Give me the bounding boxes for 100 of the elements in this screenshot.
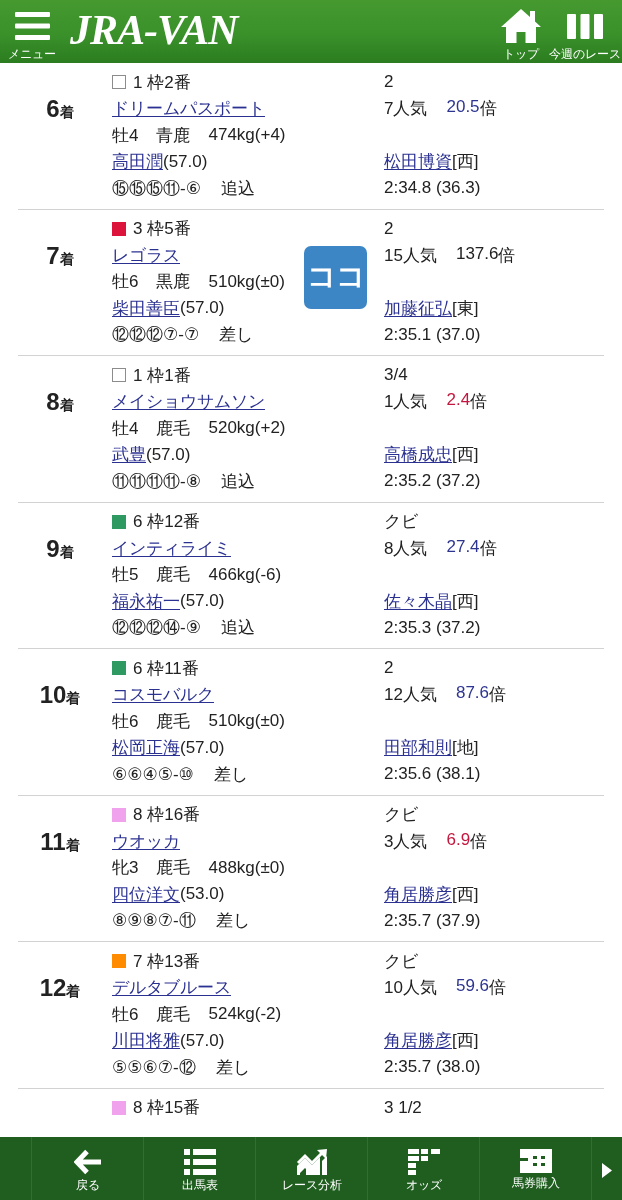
sex-age-text: 牡5 xyxy=(112,564,139,587)
horse-name-link[interactable]: ドリームパスポート xyxy=(112,97,265,121)
blocks-icon xyxy=(407,1149,440,1175)
jockey-link[interactable]: 柴田善臣 xyxy=(112,296,180,320)
trainer-link[interactable]: 松田博資 xyxy=(384,150,452,174)
coat-color-text: 黒鹿 xyxy=(156,271,191,294)
sex-age-text: 牡6 xyxy=(112,710,139,733)
odds-unit-text: 倍 xyxy=(489,977,506,1000)
ticket-purchase-button[interactable]: 馬券購入 xyxy=(480,1137,592,1200)
race-time-text: 2:35.2 (37.2) xyxy=(384,471,481,492)
running-style-text: 差し xyxy=(213,763,248,786)
list-icon xyxy=(183,1149,216,1175)
trainer-region-text: [西] xyxy=(452,1030,479,1053)
margin-text: クビ xyxy=(384,950,418,973)
jockey-link[interactable]: 高田潤 xyxy=(112,150,163,174)
running-positions-text: ⑫⑫⑫⑭-⑨ xyxy=(112,617,201,640)
trainer-link[interactable]: 角居勝彦 xyxy=(384,882,452,906)
race-time-text: 2:35.7 (38.0) xyxy=(384,1057,481,1078)
race-card-button[interactable]: 出馬表 xyxy=(144,1137,256,1200)
columns-icon xyxy=(567,13,603,39)
trainer-link[interactable]: 佐々木晶 xyxy=(384,589,452,613)
horse-name-link[interactable]: インティライミ xyxy=(112,536,231,560)
popularity-text: 10人気 xyxy=(384,977,437,1000)
finish-position: 11着 xyxy=(40,828,80,857)
body-weight-text: 488kg(±0) xyxy=(208,857,285,878)
carried-weight-text: (57.0) xyxy=(180,737,225,758)
frame-number-text: 8 枠16番 xyxy=(133,804,201,827)
race-time-text: 2:34.8 (36.3) xyxy=(384,178,481,199)
jockey-link[interactable]: 福永祐一 xyxy=(112,589,180,613)
carried-weight-text: (53.0) xyxy=(180,884,225,905)
horse-name-link[interactable]: コスモバルク xyxy=(112,683,214,707)
odds-value: 59.6 xyxy=(455,976,489,998)
here-badge: ココ xyxy=(304,245,367,309)
home-icon xyxy=(501,9,541,43)
running-style-text: 差し xyxy=(219,324,254,347)
caret-right-icon[interactable] xyxy=(602,1163,612,1178)
carried-weight-text: (57.0) xyxy=(180,1030,225,1051)
finish-position: 9着 xyxy=(46,535,74,564)
margin-text: クビ xyxy=(384,804,418,827)
jockey-link[interactable]: 松岡正海 xyxy=(112,736,180,760)
odds-value: 87.6 xyxy=(455,683,489,705)
this-week-races-button[interactable]: 今週のレース xyxy=(548,0,622,63)
jockey-link[interactable]: 四位洋文 xyxy=(112,882,180,906)
trainer-link[interactable]: 角居勝彦 xyxy=(384,1029,452,1053)
menu-button[interactable]: メニュー xyxy=(6,0,58,63)
finish-position: 8着 xyxy=(46,389,74,417)
trainer-region-text: [地] xyxy=(452,737,479,760)
sex-age-text: 牡6 xyxy=(112,1003,139,1026)
carried-weight-text: (57.0) xyxy=(163,151,208,172)
arrow-left-icon xyxy=(73,1149,102,1175)
running-style-text: 差し xyxy=(215,910,250,933)
finish-position: 12着 xyxy=(39,975,81,1003)
running-positions-text: ⑧⑨⑧⑦-⑪ xyxy=(112,910,196,933)
margin-text: 3 1/2 xyxy=(384,1097,422,1118)
top-button[interactable]: トップ xyxy=(494,0,548,63)
race-time-text: 2:35.6 (38.1) xyxy=(384,764,481,785)
frame-number-text: 1 枠2番 xyxy=(133,71,191,94)
menu-icon xyxy=(14,12,50,40)
coat-color-text: 鹿毛 xyxy=(156,1003,191,1026)
trainer-link[interactable]: 加藤征弘 xyxy=(384,296,452,320)
odds-unit-text: 倍 xyxy=(498,244,516,267)
finish-position: 7着 xyxy=(46,242,74,271)
sex-age-text: 牝3 xyxy=(112,857,139,880)
horse-name-link[interactable]: メイショウサムソン xyxy=(112,390,265,414)
finish-position: 10着 xyxy=(39,682,81,710)
running-positions-text: ⑮⑮⑮⑪-⑥ xyxy=(112,177,201,200)
card-icon xyxy=(519,1149,552,1173)
back-button[interactable]: 戻る xyxy=(32,1137,144,1200)
trainer-link[interactable]: 田部和則 xyxy=(384,736,452,760)
trainer-region-text: [東] xyxy=(452,297,479,320)
jockey-link[interactable]: 川田将雅 xyxy=(112,1029,180,1053)
odds-value: 6.9 xyxy=(446,829,471,849)
frame-number-text: 6 枠11番 xyxy=(133,657,199,680)
popularity-text: 8人気 xyxy=(384,537,428,560)
odds-button[interactable]: オッズ xyxy=(368,1137,480,1200)
odds-value: 27.4 xyxy=(446,536,480,556)
race-analysis-button[interactable]: レース分析 xyxy=(256,1137,368,1200)
finish-position: 6着 xyxy=(46,96,74,124)
running-style-text: 追込 xyxy=(220,470,255,493)
horse-name-link[interactable]: ウオッカ xyxy=(112,829,180,853)
odds-unit-text: 倍 xyxy=(470,830,488,853)
coat-color-text: 鹿毛 xyxy=(156,417,191,440)
carried-weight-text: (57.0) xyxy=(180,591,225,612)
jockey-link[interactable]: 武豊 xyxy=(112,443,146,467)
body-weight-text: 510kg(±0) xyxy=(208,271,285,292)
popularity-text: 7人気 xyxy=(384,98,428,121)
body-weight-text: 520kg(+2) xyxy=(208,418,286,439)
frame-number-text: 8 枠15番 xyxy=(133,1097,201,1120)
running-style-text: 追込 xyxy=(220,617,255,640)
body-weight-text: 466kg(-6) xyxy=(208,564,282,585)
trainer-link[interactable]: 高橋成忠 xyxy=(384,443,452,467)
horse-name-link[interactable]: デルタブルース xyxy=(112,976,231,1000)
running-positions-text: ⑤⑤⑥⑦-⑫ xyxy=(112,1056,196,1079)
running-style-text: 差し xyxy=(215,1056,250,1079)
running-positions-text: ⑥⑥④⑤-⑩ xyxy=(112,763,194,785)
sex-age-text: 牡6 xyxy=(112,271,139,294)
horse-name-link[interactable]: レゴラス xyxy=(112,243,180,267)
odds-unit-text: 倍 xyxy=(489,684,506,707)
running-style-text: 追込 xyxy=(220,177,255,200)
odds-unit-text: 倍 xyxy=(479,98,497,121)
